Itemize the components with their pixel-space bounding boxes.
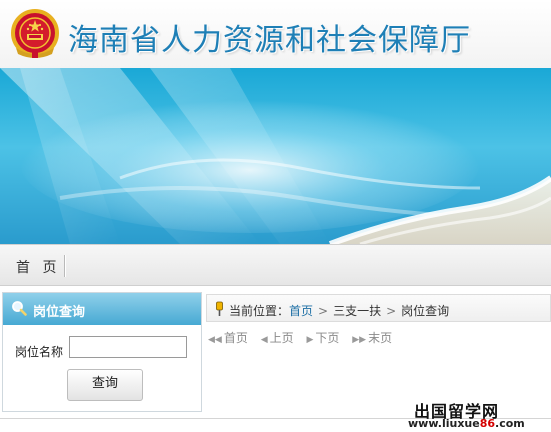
pagination: ◀◀ 首页 ◀ 上页 ▶ 下页 ▶▶ 末页 bbox=[208, 329, 401, 346]
prev-page-icon: ◀ bbox=[260, 335, 268, 345]
breadcrumb-item-job-query: 岗位查询 bbox=[401, 304, 450, 318]
search-icon bbox=[12, 301, 27, 316]
nav-item-home[interactable]: 首 页 bbox=[16, 257, 60, 277]
last-page-icon: ▶▶ bbox=[352, 335, 367, 345]
next-page-icon: ▶ bbox=[306, 335, 314, 345]
main-nav: 首 页 bbox=[0, 244, 551, 286]
pager-first[interactable]: ◀◀ 首页 bbox=[208, 331, 248, 345]
site-title: 海南省人力资源和社会保障厅 bbox=[68, 23, 471, 58]
first-page-icon: ◀◀ bbox=[208, 335, 222, 345]
watermark-url: www.liuxue86.com bbox=[408, 417, 525, 430]
pager-first-label: 首页 bbox=[223, 331, 248, 345]
pager-next-label: 下页 bbox=[315, 331, 340, 345]
nav-divider bbox=[64, 255, 66, 277]
watermark-url-post: .com bbox=[495, 417, 525, 430]
job-name-label: 岗位名称 bbox=[15, 345, 64, 359]
breadcrumb-text: 当前位置：首页 > 三支一扶 > 岗位查询 bbox=[229, 302, 449, 319]
query-button[interactable]: 查询 bbox=[67, 369, 143, 401]
hero-banner bbox=[0, 68, 551, 244]
pager-last[interactable]: ▶▶ 末页 bbox=[352, 331, 392, 345]
panel-title: 岗位查询 bbox=[33, 305, 86, 320]
location-pin-icon bbox=[216, 301, 223, 316]
breadcrumb-item-sanzhiyifu[interactable]: 三支一扶 bbox=[333, 304, 381, 318]
pager-next[interactable]: ▶ 下页 bbox=[306, 331, 339, 345]
breadcrumb-home-link[interactable]: 首页 bbox=[289, 304, 313, 318]
breadcrumb: 当前位置：首页 > 三支一扶 > 岗位查询 bbox=[206, 294, 551, 322]
breadcrumb-prefix: 当前位置： bbox=[229, 304, 290, 318]
breadcrumb-separator: > bbox=[318, 304, 329, 318]
pager-prev[interactable]: ◀ 上页 bbox=[261, 331, 294, 345]
breadcrumb-separator: > bbox=[386, 304, 397, 318]
panel-header: 岗位查询 bbox=[3, 293, 201, 325]
job-search-panel: 岗位查询 岗位名称 查询 bbox=[2, 292, 202, 412]
national-emblem-icon bbox=[11, 9, 59, 58]
site-header: 海南省人力资源和社会保障厅 bbox=[0, 0, 551, 69]
job-name-input[interactable] bbox=[69, 336, 187, 358]
watermark-url-pre: www.liuxue bbox=[408, 417, 480, 430]
watermark-url-num: 86 bbox=[479, 417, 496, 430]
pager-last-label: 末页 bbox=[368, 331, 393, 345]
pager-prev-label: 上页 bbox=[269, 331, 294, 345]
